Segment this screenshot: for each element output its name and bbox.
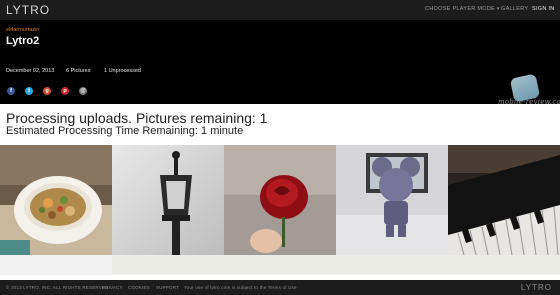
footer: © 2013 LYTRO, INC. ALL RIGHTS RESERVED P… <box>0 280 560 295</box>
picture-count: 6 Pictures <box>66 68 91 74</box>
photo-thumbnail-street-lamp[interactable] <box>112 145 224 255</box>
photo-gallery <box>0 145 560 255</box>
sign-in-link[interactable]: SIGN IN <box>532 6 555 12</box>
footer-cookies-link[interactable]: COOKIES <box>128 285 150 290</box>
chevron-down-icon: ▾ <box>496 6 500 12</box>
choose-player-mode-menu[interactable]: CHOOSE PLAYER MODE ▾ <box>425 6 500 12</box>
facebook-icon[interactable]: f <box>7 87 15 95</box>
top-nav-bar: LYTRO CHOOSE PLAYER MODE ▾ GALLERY SIGN … <box>0 0 560 20</box>
watermark-text: mobile-review.com <box>498 98 560 106</box>
footer-terms-text: Your use of lytro.com is subject to the … <box>184 285 297 290</box>
google-plus-icon[interactable]: g <box>43 87 51 95</box>
album-date: December 02, 2013 <box>6 68 55 74</box>
footer-lytro-logo[interactable]: LYTRO <box>521 283 552 292</box>
processing-status: Processing uploads. Pictures remaining: … <box>6 110 268 126</box>
gallery-link[interactable]: GALLERY <box>501 6 528 12</box>
footer-copyright: © 2013 LYTRO, INC. ALL RIGHTS RESERVED <box>6 285 109 290</box>
footer-support-link[interactable]: SUPPORT <box>156 285 179 290</box>
photo-thumbnail-red-rose[interactable] <box>224 145 336 255</box>
pinterest-icon[interactable]: p <box>61 87 69 95</box>
footer-privacy-link[interactable]: PRIVACY <box>102 285 123 290</box>
album-header: eldarmurtazin Lytro2 December 02, 2013 6… <box>0 20 560 106</box>
watermark: mobile-review.com <box>498 73 560 120</box>
photo-row-spacer <box>0 255 112 275</box>
album-title: Lytro2 <box>6 35 40 47</box>
photo-row-spacer-right <box>112 255 560 275</box>
photo-thumbnail-mickey-figurine[interactable] <box>336 145 448 255</box>
photo-thumbnail-piano-keys[interactable] <box>448 145 560 255</box>
twitter-icon[interactable]: t <box>25 87 33 95</box>
choose-player-mode-label: CHOOSE PLAYER MODE <box>425 6 496 12</box>
lytro-logo[interactable]: LYTRO <box>6 3 50 17</box>
unprocessed-count: 1 Unprocessed <box>104 68 141 74</box>
processing-estimate: Estimated Processing Time Remaining: 1 m… <box>6 125 244 137</box>
email-icon[interactable]: @ <box>79 87 87 95</box>
album-owner-link[interactable]: eldarmurtazin <box>6 27 39 33</box>
photo-thumbnail-salad-bowl[interactable] <box>0 145 112 255</box>
